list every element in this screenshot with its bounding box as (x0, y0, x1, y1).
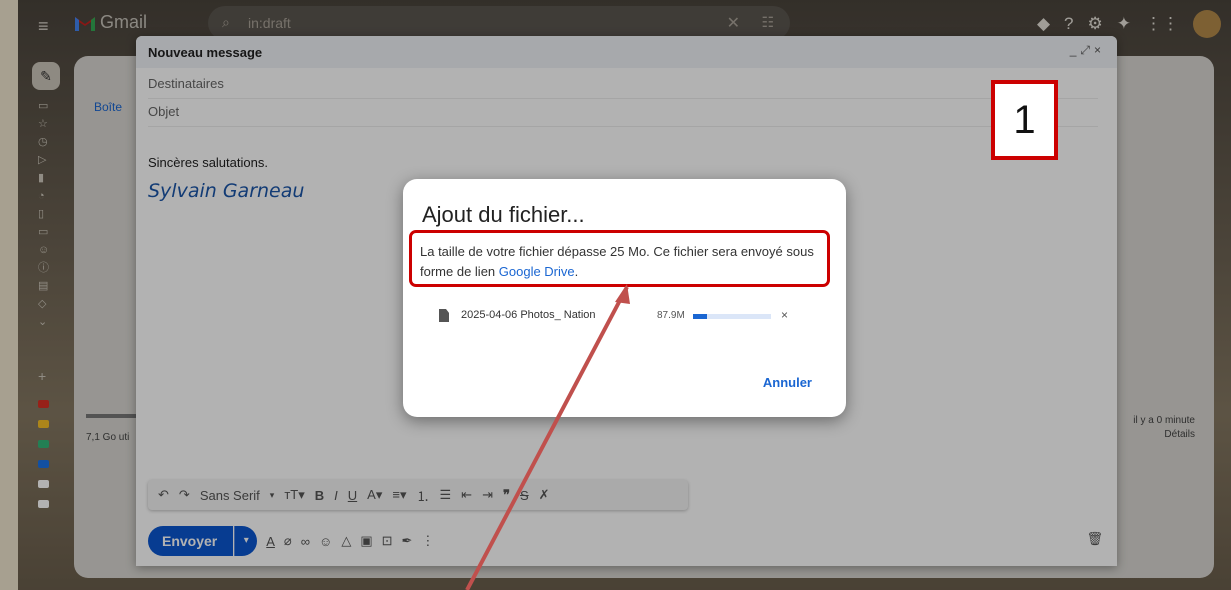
annotation-arrow-head (615, 284, 630, 304)
annotation-arrow (465, 284, 630, 590)
annotation-arrow-line (465, 286, 629, 590)
